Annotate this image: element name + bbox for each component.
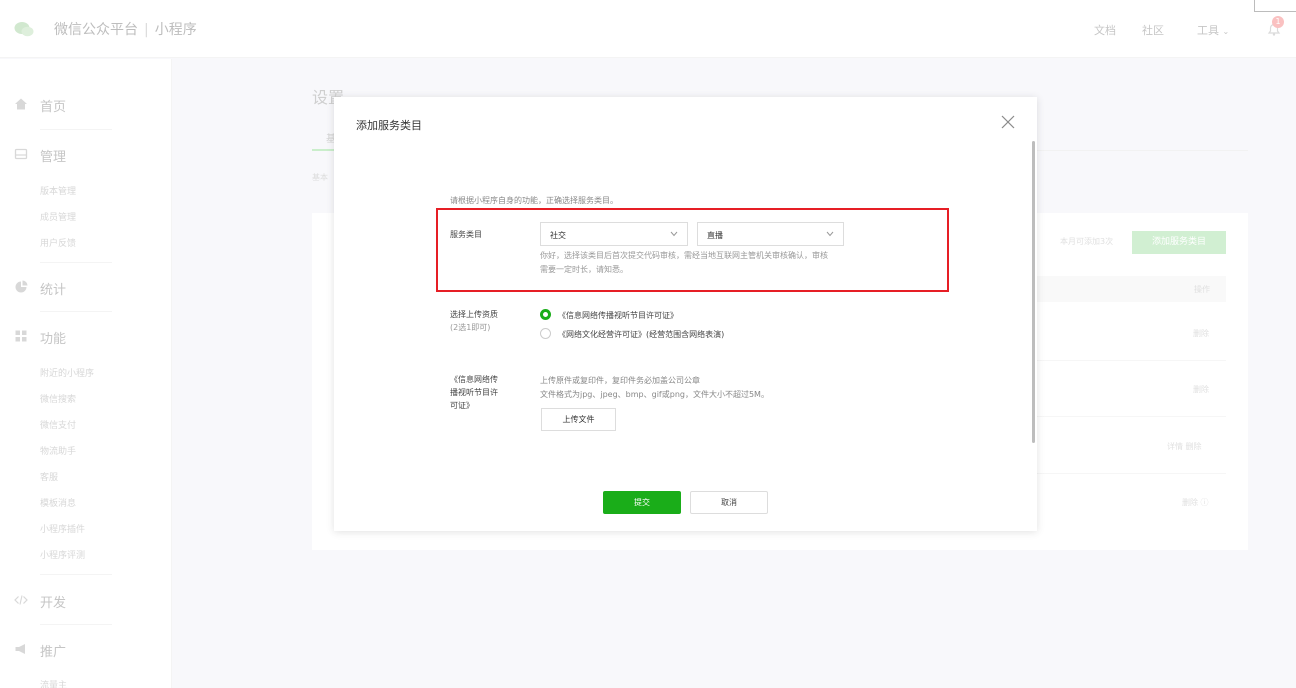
- category-hint-line1: 你好，选择该类目后首次提交代码审核，需经当地互联网主管机关审核确认，审核: [540, 251, 828, 260]
- dialog-intro: 请根据小程序自身的功能，正确选择服务类目。: [450, 196, 618, 205]
- category-secondary-value: 直播: [707, 231, 723, 240]
- category-primary-select[interactable]: 社交: [540, 222, 688, 246]
- submit-button[interactable]: 提交: [603, 491, 681, 514]
- radio-license-av-label[interactable]: 《信息网络传播视听节目许可证》: [558, 310, 678, 321]
- dialog-scrollbar[interactable]: [1032, 141, 1035, 443]
- chevron-down-icon: [826, 231, 834, 237]
- qualification-label-line1: 选择上传资质: [450, 310, 498, 319]
- category-hint-line2: 需要一定时长，请知悉。: [540, 265, 628, 274]
- dialog-title: 添加服务类目: [356, 119, 422, 132]
- close-icon[interactable]: [1000, 114, 1016, 130]
- upload-desc-line2: 文件格式为jpg、jpeg、bmp、gif或png，文件大小不超过5M。: [540, 390, 769, 399]
- chevron-down-icon: [670, 231, 678, 237]
- upload-desc-line1: 上传原件或复印件，复印件务必加盖公司公章: [540, 376, 700, 385]
- qualification-label-line2: (2选1即可): [450, 323, 491, 332]
- license-upload-label: 《信息网络传 播视听节目许 可证》: [450, 373, 498, 412]
- license-label-line3: 可证》: [450, 401, 474, 410]
- license-label-line1: 《信息网络传: [450, 375, 498, 384]
- qualification-label: 选择上传资质 (2选1即可): [450, 308, 498, 334]
- upload-file-button[interactable]: 上传文件: [541, 408, 616, 431]
- add-category-dialog: 添加服务类目 请根据小程序自身的功能，正确选择服务类目。 服务类目 社交 直播 …: [334, 97, 1037, 531]
- category-label: 服务类目: [450, 230, 482, 239]
- radio-license-av[interactable]: [540, 309, 551, 320]
- radio-license-culture-label[interactable]: 《网络文化经营许可证》(经营范围含网络表演): [558, 329, 724, 340]
- cancel-button[interactable]: 取消: [690, 491, 768, 514]
- license-label-line2: 播视听节目许: [450, 388, 498, 397]
- category-secondary-select[interactable]: 直播: [697, 222, 844, 246]
- category-primary-value: 社交: [550, 231, 566, 240]
- upload-description: 上传原件或复印件，复印件务必加盖公司公章 文件格式为jpg、jpeg、bmp、g…: [540, 374, 769, 402]
- category-hint: 你好，选择该类目后首次提交代码审核，需经当地互联网主管机关审核确认，审核 需要一…: [540, 249, 828, 277]
- radio-license-culture[interactable]: [540, 328, 551, 339]
